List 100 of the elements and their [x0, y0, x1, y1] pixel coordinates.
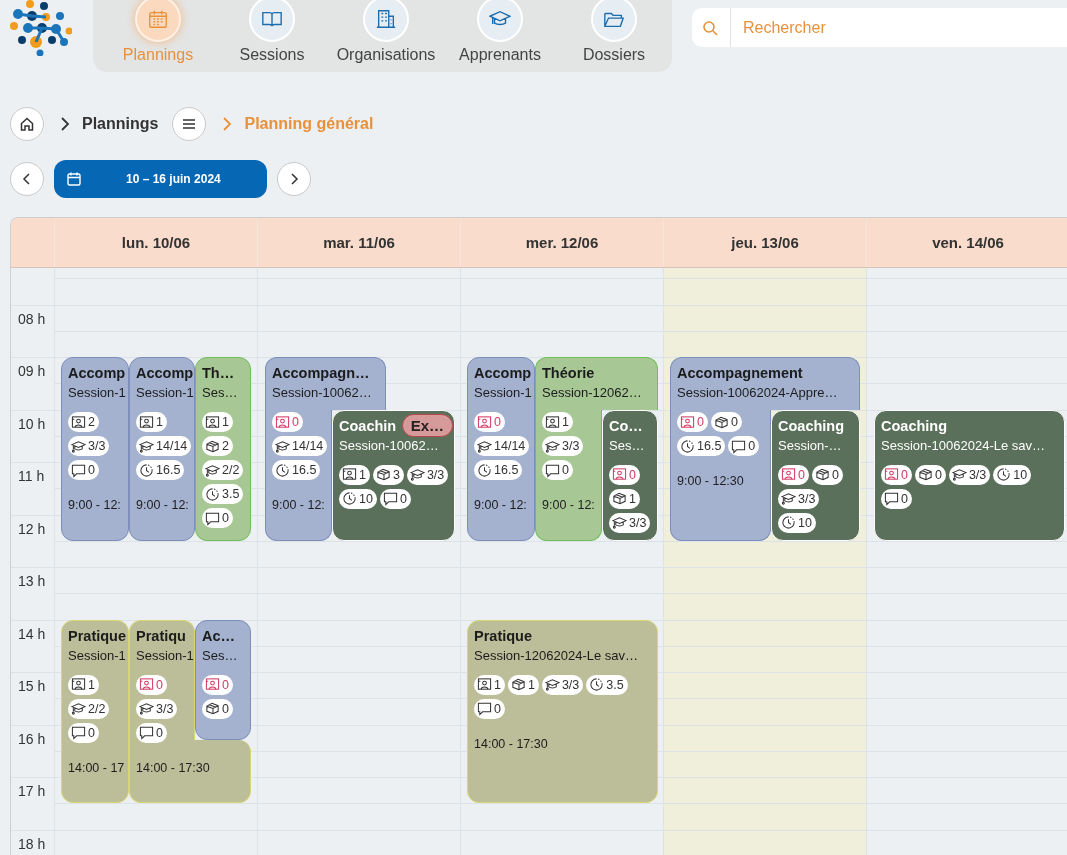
comment-icon	[884, 491, 899, 506]
clock-icon	[205, 486, 220, 502]
comment-icon	[205, 510, 220, 526]
hour-label: 08 h	[18, 310, 46, 327]
clock-icon	[275, 462, 290, 478]
session-name: Ses…	[609, 437, 645, 453]
search-bar[interactable]: Rechercher	[692, 8, 1067, 47]
chip-value: 0	[292, 415, 299, 429]
session-name: Session-…	[778, 437, 842, 453]
next-week-button[interactable]	[277, 162, 311, 196]
chip-value: 0	[748, 439, 756, 453]
event-card[interactable]: Coachin Ex… Session-10062… 1 3 3/3 10 0	[332, 409, 455, 541]
graduation-cap-icon	[544, 677, 560, 692]
nav-tab[interactable]: Apprenants	[443, 0, 557, 72]
clock-icon	[139, 462, 154, 478]
event-card[interactable]: Pratique Session-1 1 2/2 0 14:00 - 17	[61, 619, 129, 804]
breadcrumb-current: Planning général	[244, 115, 374, 133]
event-title: Accomp	[136, 365, 194, 381]
box-icon	[814, 467, 830, 482]
chip-value: 3/3	[88, 439, 106, 453]
event-title: Accomp	[474, 365, 532, 381]
session-name: Session-1	[136, 385, 194, 400]
event-time: 9:00 - 12:	[68, 498, 121, 512]
event-time: 14:00 - 17:30	[136, 760, 210, 775]
calendar-icon	[66, 171, 82, 187]
session-name: Session-1	[68, 385, 126, 400]
box-icon	[713, 414, 729, 430]
presentation-icon	[612, 467, 627, 482]
event-card[interactable]: Accomp Session-1 1 14/14 16.5 9:00 - 12:	[129, 357, 195, 541]
chip-value: 3.5	[606, 677, 624, 692]
event-time: 9:00 - 12:	[542, 498, 595, 512]
chevron-icon	[60, 116, 70, 132]
chip-value: 3.5	[222, 487, 240, 501]
event-card[interactable]: Ac… Ses… 0 0	[195, 619, 251, 741]
breadcrumb-link[interactable]: Plannings	[82, 115, 159, 133]
presentation-icon	[477, 414, 492, 430]
clock-icon	[342, 491, 357, 506]
event-card[interactable]: Pratique Session-12062024-Le sav… 1 1 3/3 3.5 0 14:00 - 17:30	[467, 619, 658, 804]
day-header: lun. 10/06	[54, 218, 257, 267]
session-name: Session-12062024-Le sav…	[474, 647, 639, 663]
graduation-cap-icon	[275, 438, 290, 454]
chip-value: 1	[562, 415, 569, 429]
box-icon	[205, 701, 220, 716]
day-header: jeu. 13/06	[663, 218, 866, 267]
comment-icon	[139, 725, 154, 740]
chip-value: 1	[222, 415, 229, 429]
box-icon	[205, 438, 220, 454]
event-title: Accompagnement	[677, 365, 803, 381]
previous-week-button[interactable]	[10, 162, 44, 196]
event-card[interactable]: Coaching Session-… 0 0 3/3 10	[771, 409, 860, 541]
chip-value: 0	[399, 491, 407, 506]
chip-value: 0	[88, 725, 95, 740]
hour-label: 09 h	[18, 363, 46, 379]
chip-value: 0	[934, 467, 942, 482]
event-card[interactable]: Th… Ses… 1 2 2/2 3.5 0	[195, 357, 251, 541]
presentation-icon	[71, 677, 86, 692]
nav-tab[interactable]: Sessions	[215, 0, 329, 72]
comment-icon	[382, 491, 398, 506]
clock-icon	[680, 438, 695, 454]
chip-value: 10	[1013, 467, 1028, 482]
graduation-cap-icon	[71, 701, 86, 716]
chip-value: 0	[156, 725, 163, 740]
event-tag: Ex…	[401, 414, 453, 437]
event-title: Théorie	[542, 365, 595, 381]
chip-value: 3/3	[561, 677, 580, 692]
graduation-cap-icon	[71, 438, 86, 454]
chip-value: 3/3	[968, 467, 987, 482]
event-title: Pratiqu	[136, 627, 186, 644]
presentation-icon	[680, 414, 695, 430]
chip-value: 14/14	[156, 439, 188, 453]
date-range-button[interactable]: 10 – 16 juin 2024	[54, 160, 267, 198]
session-name: Session-1	[68, 647, 126, 663]
event-time: 9:00 - 12:30	[677, 474, 744, 488]
event-title: Accomp	[68, 365, 126, 381]
event-time: 9:00 - 12:	[474, 498, 527, 512]
menu-button[interactable]	[172, 107, 207, 141]
home-button[interactable]	[10, 107, 44, 141]
event-time: 9:00 - 12:	[136, 498, 189, 512]
hour-label: 12 h	[18, 520, 46, 537]
comment-icon	[71, 725, 86, 740]
chip-value: 14/14	[292, 439, 324, 453]
event-card[interactable]: Co… Ses… 0 1 3/3	[602, 409, 658, 541]
chip-value: 3/3	[156, 701, 174, 716]
chip-value: 2/2	[222, 463, 240, 477]
nav-tab[interactable]: Dossiers	[557, 0, 671, 72]
chip-value: 0	[629, 467, 636, 482]
event-card[interactable]: Accomp Session-1 2 3/3 0 9:00 - 12:	[61, 357, 129, 541]
chip-value: 2/2	[88, 701, 106, 716]
event-card[interactable]: Accomp Session-1 0 14/14 16.5 9:00 - 12:	[467, 357, 535, 541]
event-card[interactable]: Coaching Session-10062024-Le sav… 0 0 3/3 10 0	[874, 409, 1065, 541]
presentation-icon	[205, 414, 220, 430]
session-name: Session-1	[474, 385, 532, 400]
graduation-cap-icon	[545, 438, 560, 454]
box-icon	[917, 467, 933, 482]
event-title: Accompagn…	[272, 365, 370, 381]
nav-tab[interactable]: Organisations	[329, 0, 443, 72]
event-title: Co…	[609, 417, 643, 434]
menu-icon	[181, 116, 198, 132]
graduation-cap-icon	[139, 438, 154, 454]
hour-label: 18 h	[18, 835, 46, 852]
